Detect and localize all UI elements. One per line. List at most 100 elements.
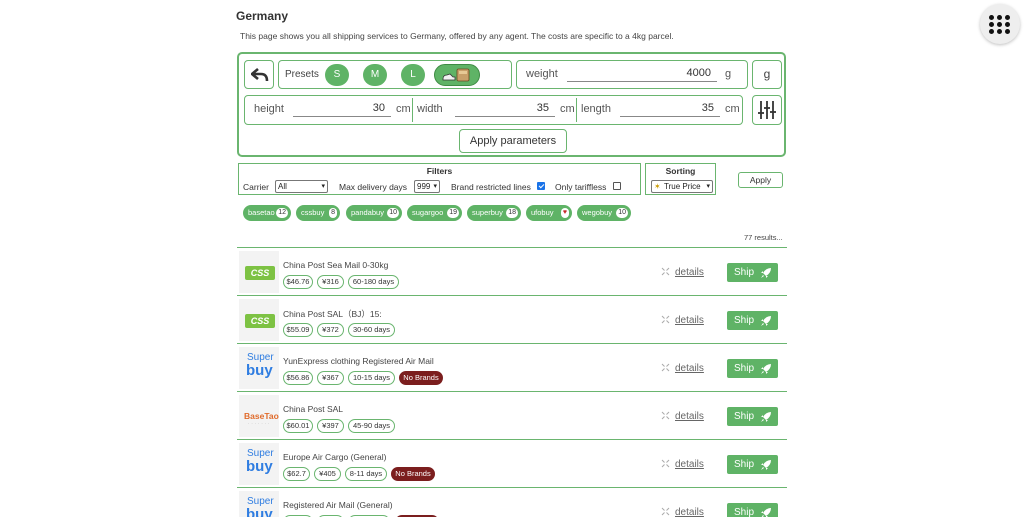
price-cny-chip: ¥397 [317,419,344,433]
back-button[interactable] [244,60,274,89]
expand-icon[interactable] [661,507,670,516]
agent-name: ufobuy [531,208,554,217]
details-link[interactable]: details [675,315,704,326]
price-usd-chip: $62.7 [283,467,310,481]
details-link[interactable]: details [675,411,704,422]
grid-dot [1005,15,1010,20]
grid-dot [989,22,994,27]
agent-tag[interactable]: ufobuy ♥ [526,205,572,221]
price-usd-chip: $60.01 [283,419,313,433]
sparkle-icon: ✶ [654,182,661,191]
ship-button[interactable]: Ship [727,407,778,426]
agent-logo: CSS [239,251,279,293]
brand-restricted-checkbox[interactable] [537,182,545,190]
details-link[interactable]: details [675,363,704,374]
carrier-label: Carrier [243,182,269,192]
expand-icon[interactable] [661,411,670,420]
length-label: length [581,103,611,115]
ship-label: Ship [734,507,755,517]
width-unit: cm [560,103,575,115]
expand-icon[interactable] [661,267,670,276]
only-tariffless-checkbox[interactable] [613,182,621,190]
details-link[interactable]: details [675,507,704,517]
agent-count: 10 [387,208,399,218]
ship-button[interactable]: Ship [727,263,778,282]
cssbuy-logo: CSS [245,266,275,280]
price-cny-chip: ¥405 [314,467,341,481]
table-row: Super buy Europe Air Cargo (General) $62… [237,439,787,487]
presets-label: Presets [285,69,319,80]
price-usd-chip: $46.76 [283,275,313,289]
agent-count: 18 [506,208,518,218]
agent-logo: BaseTao ······· [239,395,279,437]
price-cny-chip: ¥372 [317,323,344,337]
width-label: width [417,103,443,115]
ship-button[interactable]: Ship [727,503,778,517]
expand-icon[interactable] [661,363,670,372]
table-row: CSS China Post SAL（BJ）15: $55.09 ¥372 30… [237,295,787,343]
ship-label: Ship [734,411,755,422]
rocket-icon [761,412,771,422]
back-arrow-icon [251,68,269,82]
ship-button[interactable]: Ship [727,359,778,378]
max-delivery-select[interactable]: 999 ▾ [414,180,440,193]
rocket-icon [761,316,771,326]
advanced-settings-button[interactable] [752,95,782,125]
max-delivery-label: Max delivery days [339,182,408,192]
agent-tag[interactable]: basetao 12 [243,205,291,221]
chevron-down-icon: ▾ [706,183,710,190]
agent-count: ♥ [560,208,569,218]
price-cny-chip: ¥367 [317,371,344,385]
preset-s-button[interactable]: S [325,64,349,86]
unit-toggle-button[interactable]: g [752,60,782,89]
expand-icon[interactable] [661,315,670,324]
price-usd-chip: $55.09 [283,323,313,337]
preset-l-button[interactable]: L [401,64,425,86]
agent-logo: CSS [239,299,279,341]
width-input[interactable]: 35 [455,102,555,117]
agent-name: wegobuy [582,208,613,217]
ship-button[interactable]: Ship [727,311,778,330]
agent-tag[interactable]: pandabuy 10 [346,205,402,221]
preset-m-button[interactable]: M [363,64,387,86]
delivery-days-chip: 45-90 days [348,419,395,433]
length-input[interactable]: 35 [620,102,720,117]
sorting-select[interactable]: ✶ True Price ▾ [651,180,713,193]
shoe-box-icon [442,68,470,82]
agent-tag[interactable]: superbuy 18 [467,205,521,221]
agent-tag[interactable]: cssbuy 8 [296,205,340,221]
length-unit: cm [725,103,740,115]
weight-input[interactable]: 4000 [567,67,717,82]
agent-tag[interactable]: wegobuy 10 [577,205,631,221]
service-name: Registered Air Mail (General) [283,500,393,510]
service-name: China Post Sea Mail 0-30kg [283,260,389,270]
height-input[interactable]: 30 [293,102,391,117]
apply-filters-button[interactable]: Apply [738,172,783,188]
table-row: CSS China Post Sea Mail 0-30kg $46.76 ¥3… [237,247,787,295]
ship-label: Ship [734,267,755,278]
only-tariffless-label: Only tariffless [555,182,607,192]
details-link[interactable]: details [675,459,704,470]
grid-dot [989,29,994,34]
apply-parameters-button[interactable]: Apply parameters [459,129,567,153]
basetao-logo: BaseTao [244,411,279,421]
sliders-icon [758,101,776,119]
price-cny-chip: ¥316 [317,275,344,289]
grid-dot [997,22,1002,27]
sorting-title: Sorting [665,166,696,176]
grid-dot [989,15,994,20]
rocket-icon [761,268,771,278]
agent-name: pandabuy [351,208,384,217]
delivery-days-chip: 60-180 days [348,275,399,289]
ship-button[interactable]: Ship [727,455,778,474]
details-link[interactable]: details [675,267,704,278]
ship-label: Ship [734,363,755,374]
preset-custom-button[interactable] [434,64,480,86]
grid-dot [1005,29,1010,34]
apps-menu-button[interactable] [980,4,1020,44]
expand-icon[interactable] [661,459,670,468]
carrier-select[interactable]: All ▾ [275,180,328,193]
filters-title: Filters [426,166,453,176]
agent-tag[interactable]: sugargoo 19 [407,205,462,221]
divider [576,98,577,122]
